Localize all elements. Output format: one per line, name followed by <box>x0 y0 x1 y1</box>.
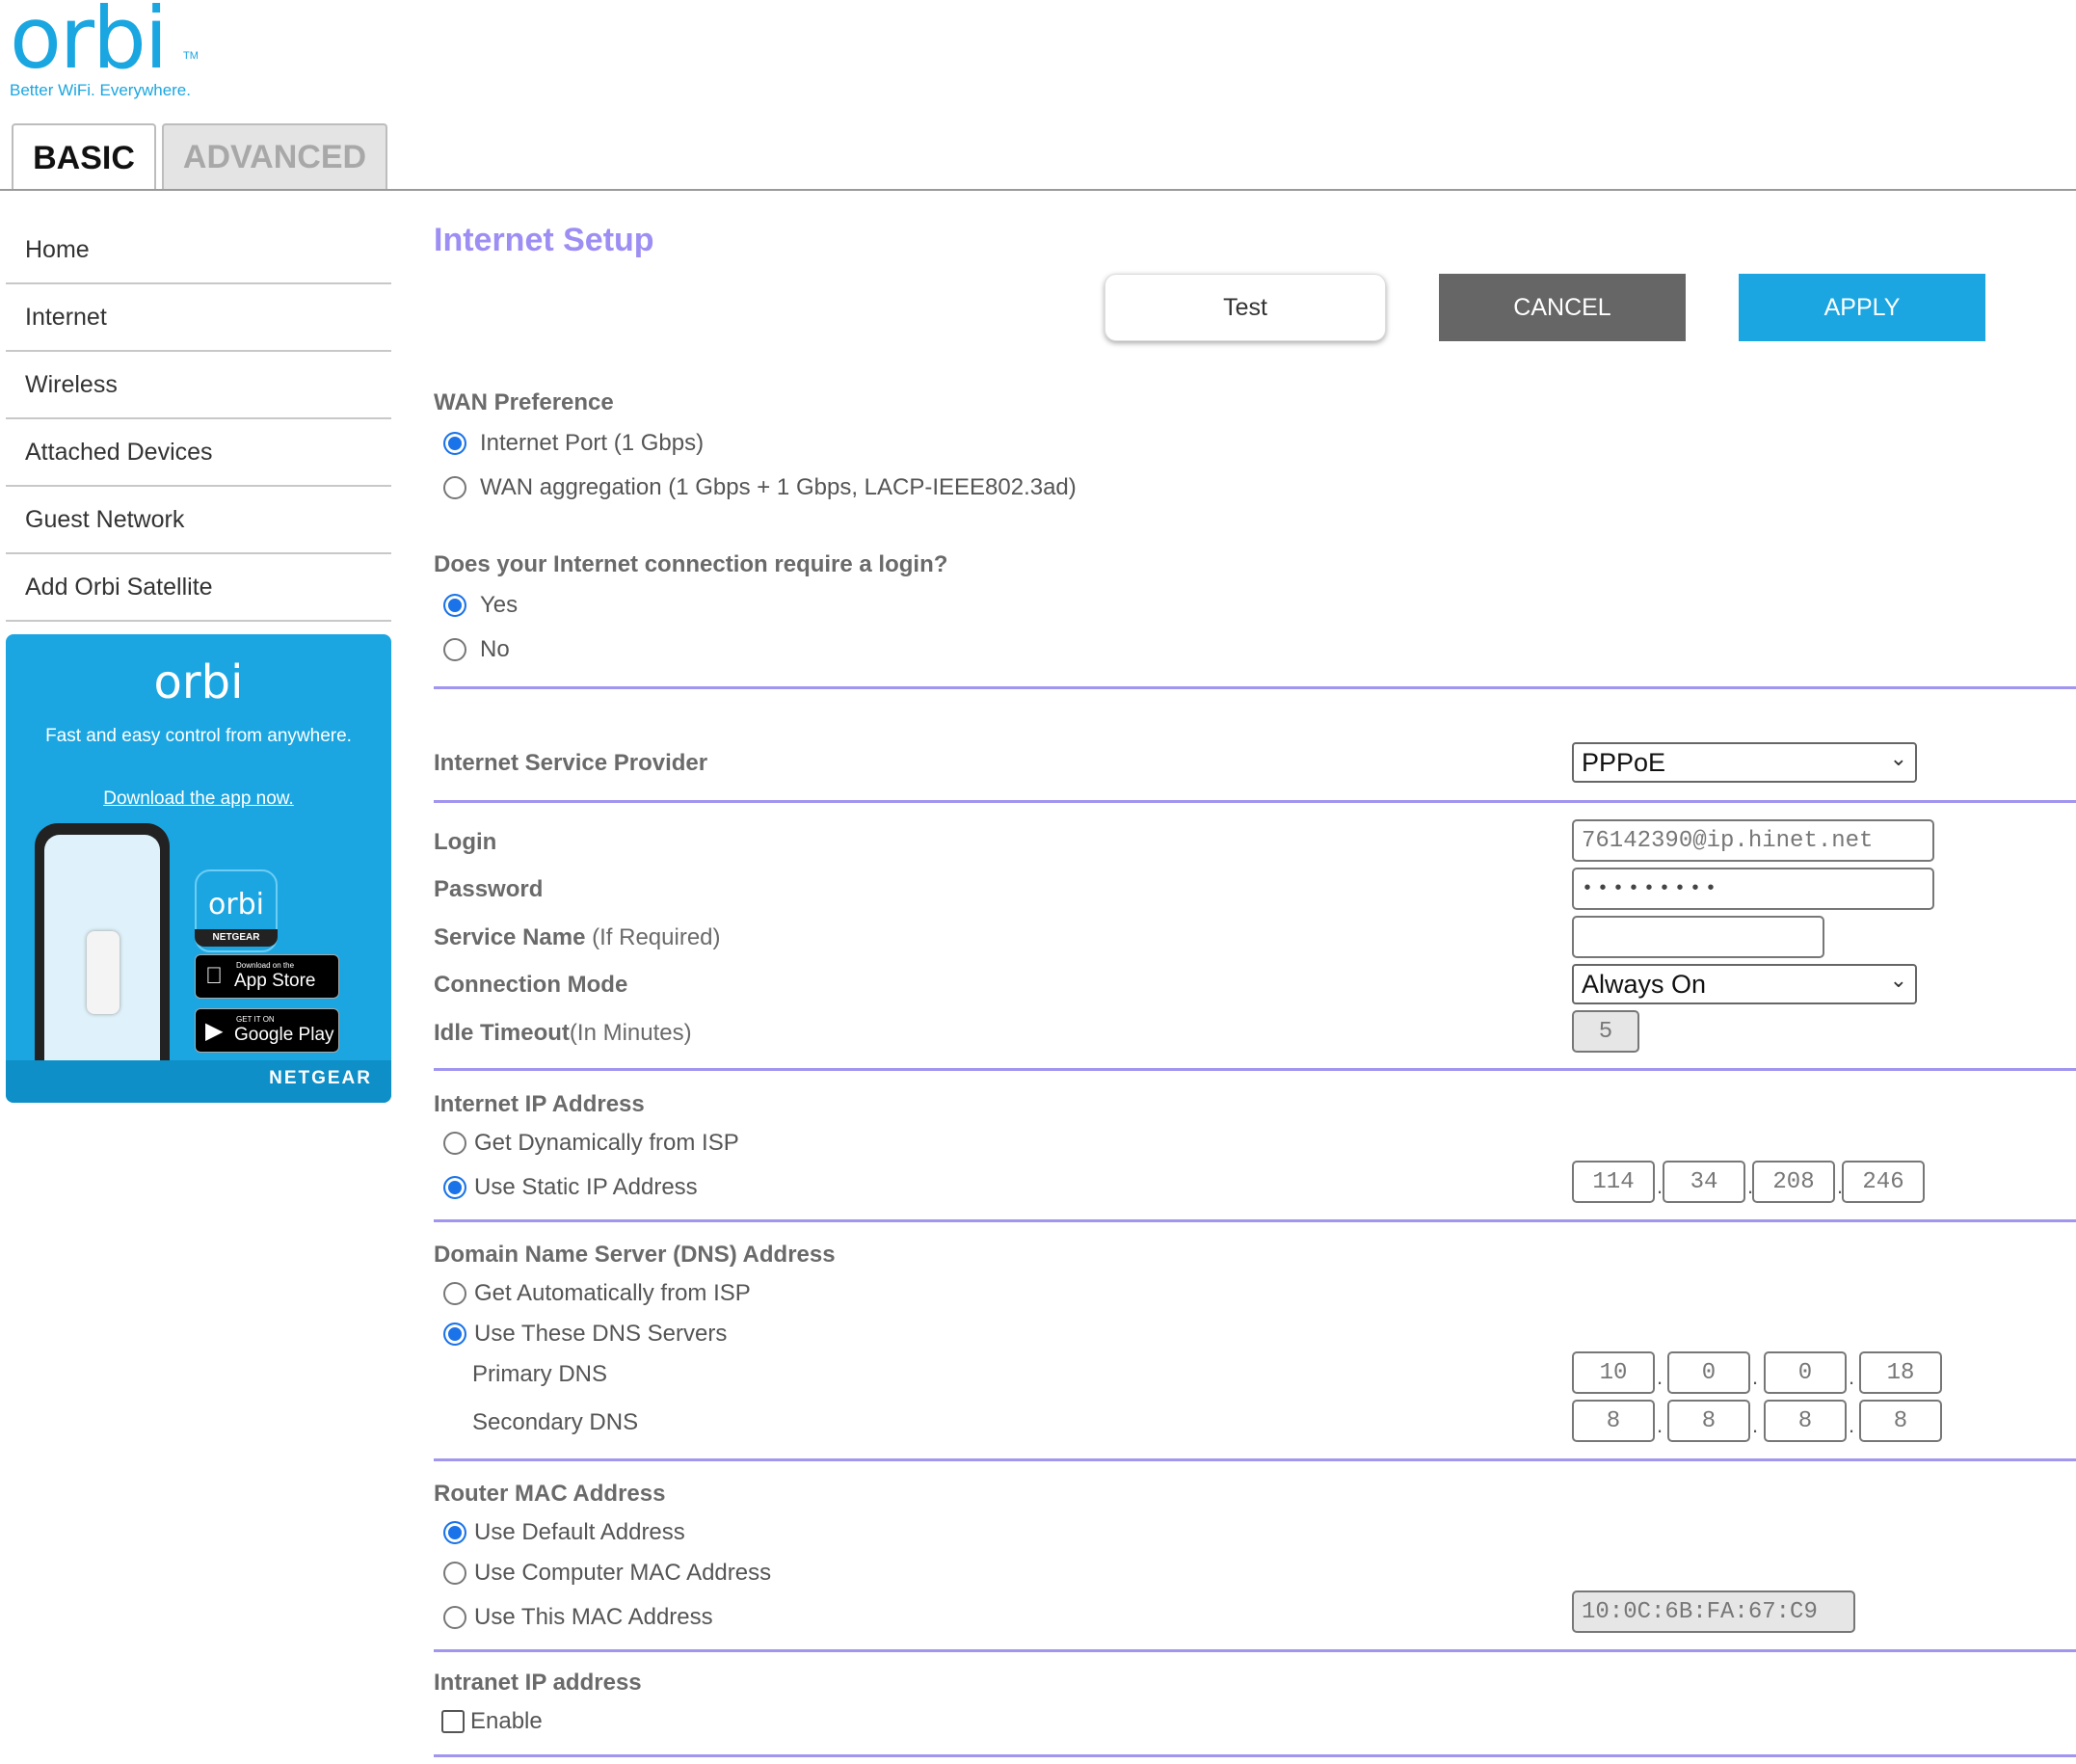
mac-computer[interactable]: Use Computer MAC Address <box>443 1560 771 1587</box>
wan-option-internet-port[interactable]: Internet Port (1 Gbps) <box>443 430 704 457</box>
primary-dns-octet-2[interactable]: 0 <box>1667 1351 1750 1394</box>
promo-text: Fast and easy control from anywhere. <box>45 726 352 746</box>
login-input[interactable]: 76142390@ip.hinet.net <box>1572 819 1934 862</box>
primary-dns-octet-1[interactable]: 10 <box>1572 1351 1655 1394</box>
chevron-down-icon: ⌄ <box>1889 968 1907 992</box>
sidebar-item-add-orbi-satellite[interactable]: Add Orbi Satellite <box>6 554 391 622</box>
static-ip-octet-3[interactable]: 208 <box>1752 1161 1835 1203</box>
google-play-badge[interactable]: ▶ GET IT ON Google Play <box>195 1008 339 1053</box>
secondary-dns-octet-1[interactable]: 8 <box>1572 1400 1655 1442</box>
section-divider <box>434 1068 2076 1071</box>
router-mac-heading: Router MAC Address <box>434 1481 666 1507</box>
tab-advanced[interactable]: ADVANCED <box>162 123 387 189</box>
test-button[interactable]: Test <box>1105 274 1386 341</box>
radio-button[interactable] <box>443 1521 466 1544</box>
login-required-no[interactable]: No <box>443 636 510 663</box>
dns-automatic[interactable]: Get Automatically from ISP <box>443 1280 751 1307</box>
secondary-dns-octet-4[interactable]: 8 <box>1859 1400 1942 1442</box>
static-ip-octet-4[interactable]: 246 <box>1842 1161 1925 1203</box>
section-divider <box>434 800 2076 803</box>
sidebar: Home Internet Wireless Attached Devices … <box>6 218 391 622</box>
password-label: Password <box>434 876 544 902</box>
app-promo-banner: orbi Fast and easy control from anywhere… <box>6 634 391 1103</box>
sidebar-item-internet[interactable]: Internet <box>6 284 391 352</box>
sidebar-item-home[interactable]: Home <box>6 218 391 284</box>
radio-button[interactable] <box>443 638 466 661</box>
section-divider <box>434 1458 2076 1461</box>
chevron-down-icon: ⌄ <box>1889 746 1907 770</box>
radio-button[interactable] <box>443 1176 466 1199</box>
primary-dns-octet-4[interactable]: 18 <box>1859 1351 1942 1394</box>
radio-button[interactable] <box>443 1132 466 1155</box>
isp-select[interactable]: PPPoE ⌄ <box>1572 742 1917 783</box>
intranet-enable[interactable]: Enable <box>441 1708 543 1735</box>
cancel-button[interactable]: CANCEL <box>1439 274 1686 341</box>
isp-label: Internet Service Provider <box>434 750 708 776</box>
tabs-divider <box>0 189 2076 191</box>
app-icon-netgear-band: NETGEAR <box>195 929 278 947</box>
apple-icon:  <box>205 963 223 990</box>
wan-preference-heading: WAN Preference <box>434 389 614 415</box>
mac-address-input[interactable]: 10:0C:6B:FA:67:C9 <box>1572 1590 1855 1633</box>
section-divider <box>434 1219 2076 1222</box>
login-required-yes[interactable]: Yes <box>443 592 518 619</box>
radio-button[interactable] <box>443 1282 466 1305</box>
mac-default[interactable]: Use Default Address <box>443 1519 685 1546</box>
enable-checkbox[interactable] <box>441 1710 465 1733</box>
radio-button[interactable] <box>443 1606 466 1629</box>
download-app-link[interactable]: Download the app now. <box>6 788 391 810</box>
service-name-input[interactable] <box>1572 916 1824 958</box>
static-ip-octet-1[interactable]: 114 <box>1572 1161 1655 1203</box>
internet-ip-static[interactable]: Use Static IP Address <box>443 1174 698 1201</box>
section-divider <box>434 1649 2076 1652</box>
radio-button[interactable] <box>443 1562 466 1585</box>
secondary-dns-label: Secondary DNS <box>472 1409 639 1435</box>
radio-button[interactable] <box>443 1323 466 1346</box>
sidebar-item-attached-devices[interactable]: Attached Devices <box>6 419 391 487</box>
mac-custom[interactable]: Use This MAC Address <box>443 1604 713 1631</box>
page-title: Internet Setup <box>434 222 654 258</box>
wan-option-aggregation[interactable]: WAN aggregation (1 Gbps + 1 Gbps, LACP-I… <box>443 474 1077 501</box>
radio-button[interactable] <box>443 432 466 455</box>
intranet-ip-heading: Intranet IP address <box>434 1670 642 1696</box>
connection-mode-select[interactable]: Always On ⌄ <box>1572 964 1917 1004</box>
section-divider <box>434 1754 2076 1757</box>
static-ip-octet-2[interactable]: 34 <box>1663 1161 1745 1203</box>
promo-orbi-logo: orbi <box>153 655 244 709</box>
dns-manual[interactable]: Use These DNS Servers <box>443 1321 727 1348</box>
internet-ip-dynamic[interactable]: Get Dynamically from ISP <box>443 1130 739 1157</box>
section-divider <box>434 686 2076 689</box>
google-play-icon: ▶ <box>205 1018 224 1044</box>
dns-heading: Domain Name Server (DNS) Address <box>434 1242 836 1268</box>
service-name-label: Service Name (If Required) <box>434 924 721 950</box>
radio-button[interactable] <box>443 476 466 499</box>
tagline: Better WiFi. Everywhere. <box>10 81 191 99</box>
netgear-logo: NETGEAR <box>269 1068 372 1088</box>
secondary-dns-octet-3[interactable]: 8 <box>1764 1400 1847 1442</box>
sidebar-item-wireless[interactable]: Wireless <box>6 352 391 419</box>
primary-dns-octet-3[interactable]: 0 <box>1764 1351 1847 1394</box>
logo-text: orbi <box>10 0 168 88</box>
login-label: Login <box>434 829 497 855</box>
logo-trademark: TM <box>183 50 199 62</box>
password-input[interactable]: ••••••••• <box>1572 868 1934 910</box>
connection-mode-label: Connection Mode <box>434 972 628 998</box>
login-required-heading: Does your Internet connection require a … <box>434 551 948 577</box>
app-store-badge[interactable]:  Download on the App Store <box>195 954 339 999</box>
idle-timeout-input[interactable]: 5 <box>1572 1010 1639 1053</box>
internet-ip-heading: Internet IP Address <box>434 1091 645 1117</box>
idle-timeout-label: Idle Timeout(In Minutes) <box>434 1020 692 1046</box>
primary-dns-label: Primary DNS <box>472 1361 608 1387</box>
apply-button[interactable]: APPLY <box>1739 274 1985 341</box>
secondary-dns-octet-2[interactable]: 8 <box>1667 1400 1750 1442</box>
orbi-logo: orbi TM <box>10 0 199 88</box>
tab-basic[interactable]: BASIC <box>12 123 156 191</box>
radio-button[interactable] <box>443 594 466 617</box>
sidebar-item-guest-network[interactable]: Guest Network <box>6 487 391 554</box>
